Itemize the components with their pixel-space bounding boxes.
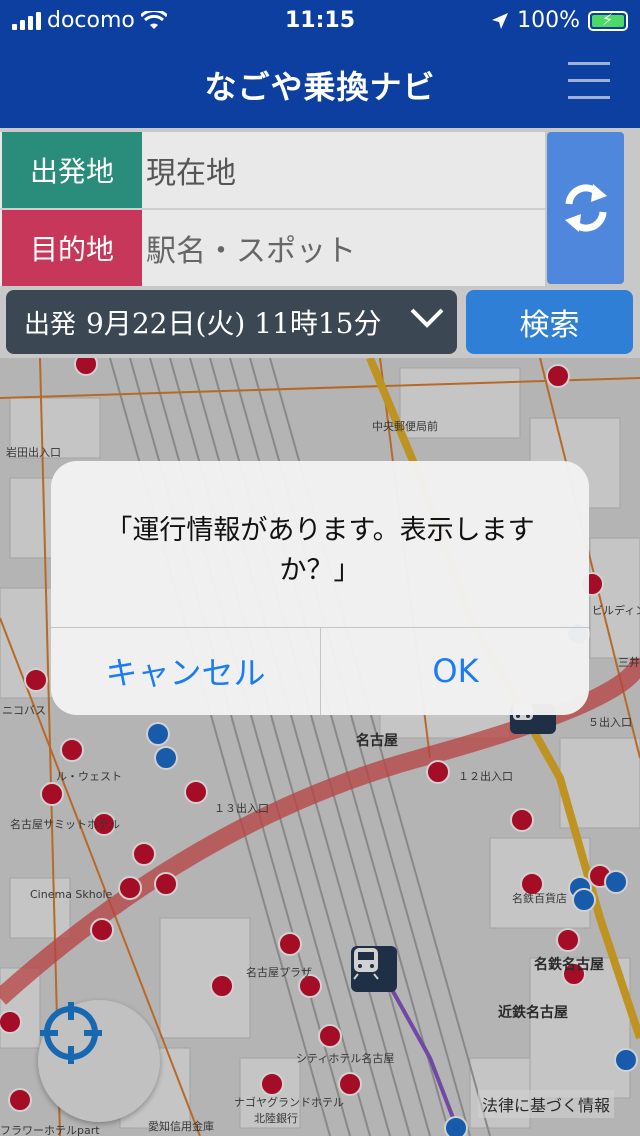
swap-arrows-icon (564, 184, 607, 232)
alert-message: 「運行情報があります。表示しますか？」 (105, 515, 535, 586)
destination-tag: 目的地 (2, 210, 142, 286)
date-time-selector[interactable]: 出発 9月22日(火) 11時15分 (6, 290, 457, 354)
chevron-down-icon (410, 308, 444, 328)
battery-icon: ⚡ (588, 10, 628, 31)
search-button[interactable]: 検索 (466, 290, 633, 354)
swap-button[interactable] (547, 132, 624, 284)
departure-tag: 出発地 (2, 132, 142, 208)
departure-row[interactable]: 出発地 現在地 (0, 132, 545, 208)
status-bar: docomo 11:15 100% ⚡ (0, 0, 640, 40)
destination-row[interactable]: 目的地 駅名・スポット (0, 208, 545, 286)
navigation-bar: docomo 11:15 100% ⚡ なごや乗換ナビ (0, 0, 640, 128)
app-title: なごや乗換ナビ (204, 68, 436, 106)
destination-field[interactable]: 駅名・スポット (144, 210, 356, 286)
alert-dialog: 「運行情報があります。表示しますか？」 キャンセル OK (51, 461, 589, 715)
location-arrow-icon (492, 12, 509, 29)
date-time-value: 9月22日(火) 11時15分 (86, 307, 382, 340)
ok-button[interactable]: OK (321, 627, 589, 715)
departure-field[interactable]: 現在地 (144, 132, 236, 208)
status-right: 100% ⚡ (491, 8, 628, 33)
hamburger-menu-icon[interactable] (568, 62, 610, 102)
battery-percent: 100% (517, 8, 580, 33)
cancel-button[interactable]: キャンセル (51, 627, 320, 715)
time-mode-label: 出発 (24, 309, 77, 340)
